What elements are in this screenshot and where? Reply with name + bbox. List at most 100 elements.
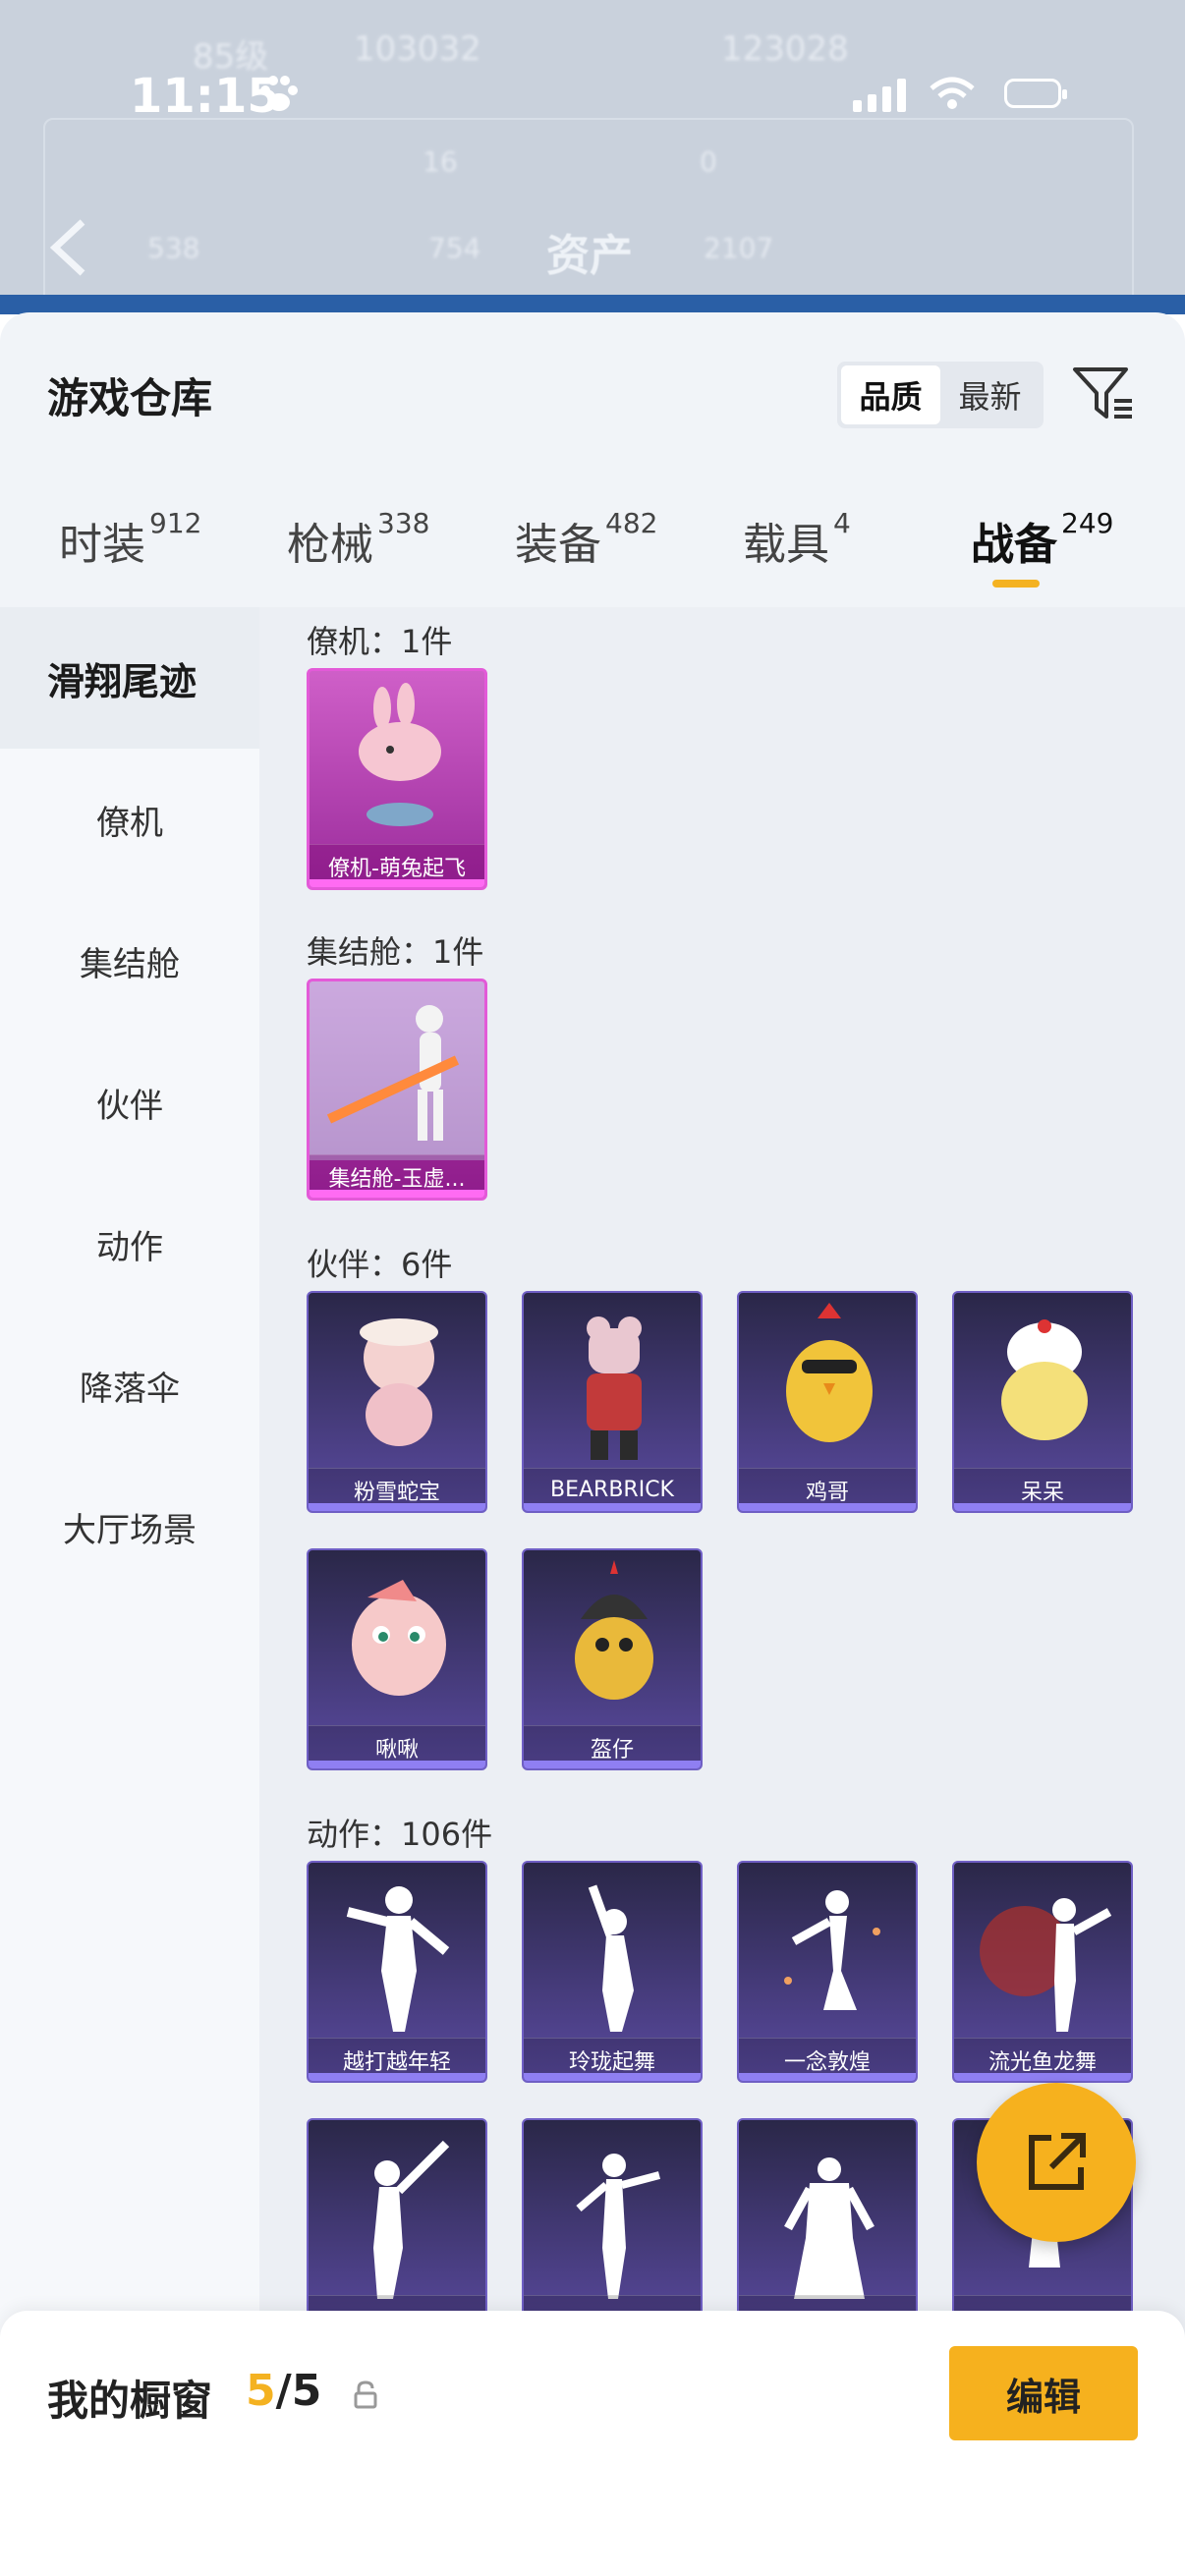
battery-icon [1004,79,1067,108]
item-card[interactable]: 粉雪蛇宝 [307,1291,487,1513]
category-tabs: 时装 912 枪械 338 装备 482 载具 4 战备 249 [0,507,1185,607]
background-stat: 754 [428,232,481,264]
tab-count: 482 [605,507,658,539]
sidebar-item-lobby-scene[interactable]: 大厅场景 [0,1456,259,1597]
edit-button[interactable]: 编辑 [949,2346,1138,2440]
rarity-strip [524,2073,701,2081]
tab-label: 装备 [515,520,601,570]
rarity-strip [954,2073,1131,2081]
item-card[interactable]: BEARBRICK [522,1291,703,1513]
background-stat: 538 [147,232,200,264]
sidebar-item-assembly-pod[interactable]: 集结舱 [0,890,259,1032]
item-card[interactable] [307,2118,487,2340]
warehouse-sheet: 游戏仓库 品质 最新 时装 912 枪械 338 装备 482 载具 4 战备 … [0,312,1185,2576]
item-image [373,2140,450,2299]
filter-icon[interactable] [1071,362,1136,426]
sort-option-quality[interactable]: 品质 [841,365,940,424]
item-image [352,1580,446,1696]
tab-fashion[interactable]: 时装 912 [59,507,202,588]
tab-label: 枪械 [287,520,373,570]
background-stat: 0 [700,145,717,178]
tab-label: 时装 [59,520,145,570]
showcase-total: 5 [291,2366,322,2416]
sidebar-item-emote[interactable]: 动作 [0,1173,259,1315]
item-card[interactable]: 僚机-萌兔起飞 [307,668,487,890]
item-image [588,1884,634,2032]
sort-option-newest[interactable]: 最新 [940,365,1040,424]
item-image [786,1303,873,1442]
tab-vehicles[interactable]: 载具 4 [743,507,851,588]
rarity-strip [310,879,484,887]
share-icon [1029,2133,1086,2190]
sidebar-item-parachute[interactable]: 降落伞 [0,1315,259,1456]
item-image [346,1886,450,2032]
item-image [784,1890,880,2010]
lock-icon [354,2380,377,2409]
tab-count: 249 [1061,507,1114,539]
rarity-strip [524,1503,701,1511]
item-image [576,2154,661,2299]
item-image [360,1318,438,1446]
tab-label: 战备 [971,520,1057,570]
item-image [784,2157,875,2299]
item-card[interactable]: 越打越年轻 [307,1861,487,2083]
item-image [980,1898,1112,2032]
tab-active-indicator [992,580,1040,588]
tab-label: 载具 [743,520,829,570]
rarity-strip [954,1503,1131,1511]
background-title: 资产 [546,231,633,281]
rarity-strip [309,1503,485,1511]
sidebar-item-glide-trail[interactable]: 滑翔尾迹 [0,607,259,749]
item-image [310,981,484,1160]
item-card[interactable]: 盔仔 [522,1548,703,1770]
section-title-wingman: 僚机：1件 [307,623,453,660]
tab-count: 4 [833,507,851,539]
item-card[interactable]: 流光鱼龙舞 [952,1861,1133,2083]
background-id-2: 123028 [721,29,849,69]
item-card[interactable]: 鸡哥 [737,1291,918,1513]
item-card[interactable] [522,2118,703,2340]
rarity-strip [309,2073,485,2081]
signal-icon [853,79,906,112]
share-button[interactable] [977,2083,1136,2242]
sort-toggle: 品质 最新 [837,362,1044,428]
section-title-emote: 动作：106件 [307,1816,493,1853]
item-card[interactable]: 玲珑起舞 [522,1861,703,2083]
item-card[interactable]: 一念敦煌 [737,1861,918,2083]
rarity-strip [739,1503,916,1511]
tab-weapons[interactable]: 枪械 338 [287,507,430,588]
paw-icon [260,76,298,111]
background-edge [0,295,1185,314]
item-image [359,683,441,826]
showcase-used: 5 [246,2366,276,2416]
sidebar: 滑翔尾迹 僚机 集结舱 伙伴 动作 降落伞 大厅场景 [0,607,259,2576]
item-image [587,1316,642,1460]
item-card[interactable]: 啾啾 [307,1548,487,1770]
background-stat: 2107 [704,232,774,264]
tab-count: 338 [377,507,430,539]
background-stat: 16 [423,145,458,178]
showcase-bar: 我的橱窗 5/5 编辑 [0,2311,1185,2576]
item-image [1001,1319,1088,1440]
showcase-label: 我的橱窗 [47,2377,213,2425]
item-card[interactable]: 呆呆 [952,1291,1133,1513]
sidebar-item-companion[interactable]: 伙伴 [0,1032,259,1173]
item-card[interactable] [737,2118,918,2340]
tab-battle-gear[interactable]: 战备 249 [971,507,1114,588]
tab-equipment[interactable]: 装备 482 [515,507,658,588]
section-title-companion: 伙伴：6件 [307,1246,453,1283]
background-id: 103032 [354,29,481,69]
rarity-strip [524,1761,701,1768]
back-icon[interactable] [49,218,88,277]
rarity-strip [309,1761,485,1768]
item-card[interactable]: 集结舱-玉虚... [307,979,487,1201]
item-grid: 僚机：1件 僚机-萌兔起飞 集结舱：1件 集结舱-玉虚... 伙伴：6件 粉雪蛇… [259,607,1185,2576]
rarity-strip [739,2073,916,2081]
rarity-strip [310,1190,484,1198]
showcase-count: 5/5 [246,2366,321,2416]
section-title-assembly-pod: 集结舱：1件 [307,933,484,971]
sidebar-item-wingman[interactable]: 僚机 [0,749,259,890]
wifi-icon [930,77,975,109]
showcase-slash: / [275,2366,292,2416]
tab-count: 912 [149,507,202,539]
